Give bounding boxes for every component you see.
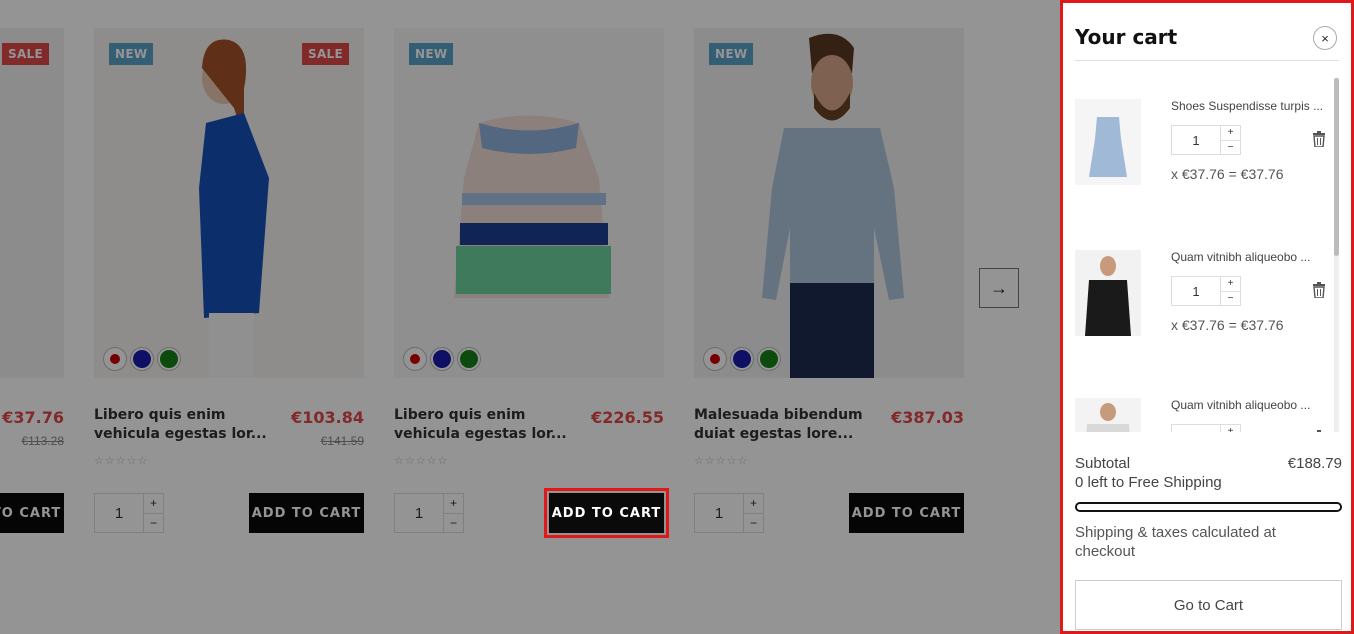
cart-item: Shoes Suspendisse turpis ... 1 + − x €37…: [1075, 78, 1337, 198]
progress-fill: [1077, 504, 1340, 510]
quantity-value[interactable]: 1: [1172, 126, 1220, 154]
plus-icon[interactable]: +: [1221, 425, 1240, 432]
cart-item-title[interactable]: Shoes Suspendisse turpis ...: [1171, 99, 1331, 113]
subtotal-label: Subtotal: [1075, 455, 1131, 472]
cart-item: Quam vitnibh aliqueobo ... 1 + −: [1075, 377, 1337, 432]
cart-item-line-total: x €37.76 = €37.76: [1171, 166, 1284, 182]
cart-quantity-stepper[interactable]: 1 + −: [1171, 424, 1241, 432]
minus-icon[interactable]: −: [1221, 141, 1240, 155]
trash-icon[interactable]: [1312, 430, 1326, 432]
cart-scrollbar[interactable]: [1334, 78, 1339, 432]
cart-item-title[interactable]: Quam vitnibh aliqueobo ...: [1171, 398, 1331, 412]
cart-item-line-total: x €37.76 = €37.76: [1171, 317, 1284, 333]
modal-backdrop[interactable]: [0, 0, 1060, 634]
divider: [1075, 60, 1339, 61]
trash-icon[interactable]: [1312, 131, 1326, 147]
cart-item-title[interactable]: Quam vitnibh aliqueobo ...: [1171, 250, 1331, 264]
close-icon[interactable]: ×: [1313, 26, 1337, 50]
subtotal-value: €188.79: [1287, 455, 1342, 472]
shipping-note: Shipping & taxes calculated at checkout: [1075, 524, 1276, 560]
add-to-cart-button-highlighted[interactable]: ADD TO CART: [544, 488, 669, 538]
quantity-value[interactable]: 1: [1172, 277, 1220, 305]
minus-icon[interactable]: −: [1221, 292, 1240, 306]
plus-icon[interactable]: +: [1221, 126, 1240, 141]
cart-item-thumbnail[interactable]: [1075, 250, 1141, 336]
cart-quantity-stepper[interactable]: 1 + −: [1171, 125, 1241, 155]
free-shipping-progress: [1075, 502, 1342, 512]
quantity-value[interactable]: 1: [1172, 425, 1220, 433]
cart-item: Quam vitnibh aliqueobo ... 1 + − x €37.7…: [1075, 229, 1337, 349]
plus-icon[interactable]: +: [1221, 277, 1240, 292]
cart-quantity-stepper[interactable]: 1 + −: [1171, 276, 1241, 306]
cart-item-thumbnail[interactable]: [1075, 398, 1141, 432]
trash-icon[interactable]: [1312, 282, 1326, 298]
go-to-cart-button[interactable]: Go to Cart: [1075, 580, 1342, 630]
cart-item-thumbnail[interactable]: [1075, 99, 1141, 185]
cart-title: Your cart: [1075, 25, 1178, 49]
scrollbar-thumb[interactable]: [1334, 78, 1339, 256]
cart-items-list[interactable]: Shoes Suspendisse turpis ... 1 + − x €37…: [1075, 78, 1337, 432]
free-shipping-message: 0 left to Free Shipping: [1075, 474, 1222, 491]
subtotal-row: Subtotal €188.79: [1075, 455, 1342, 472]
